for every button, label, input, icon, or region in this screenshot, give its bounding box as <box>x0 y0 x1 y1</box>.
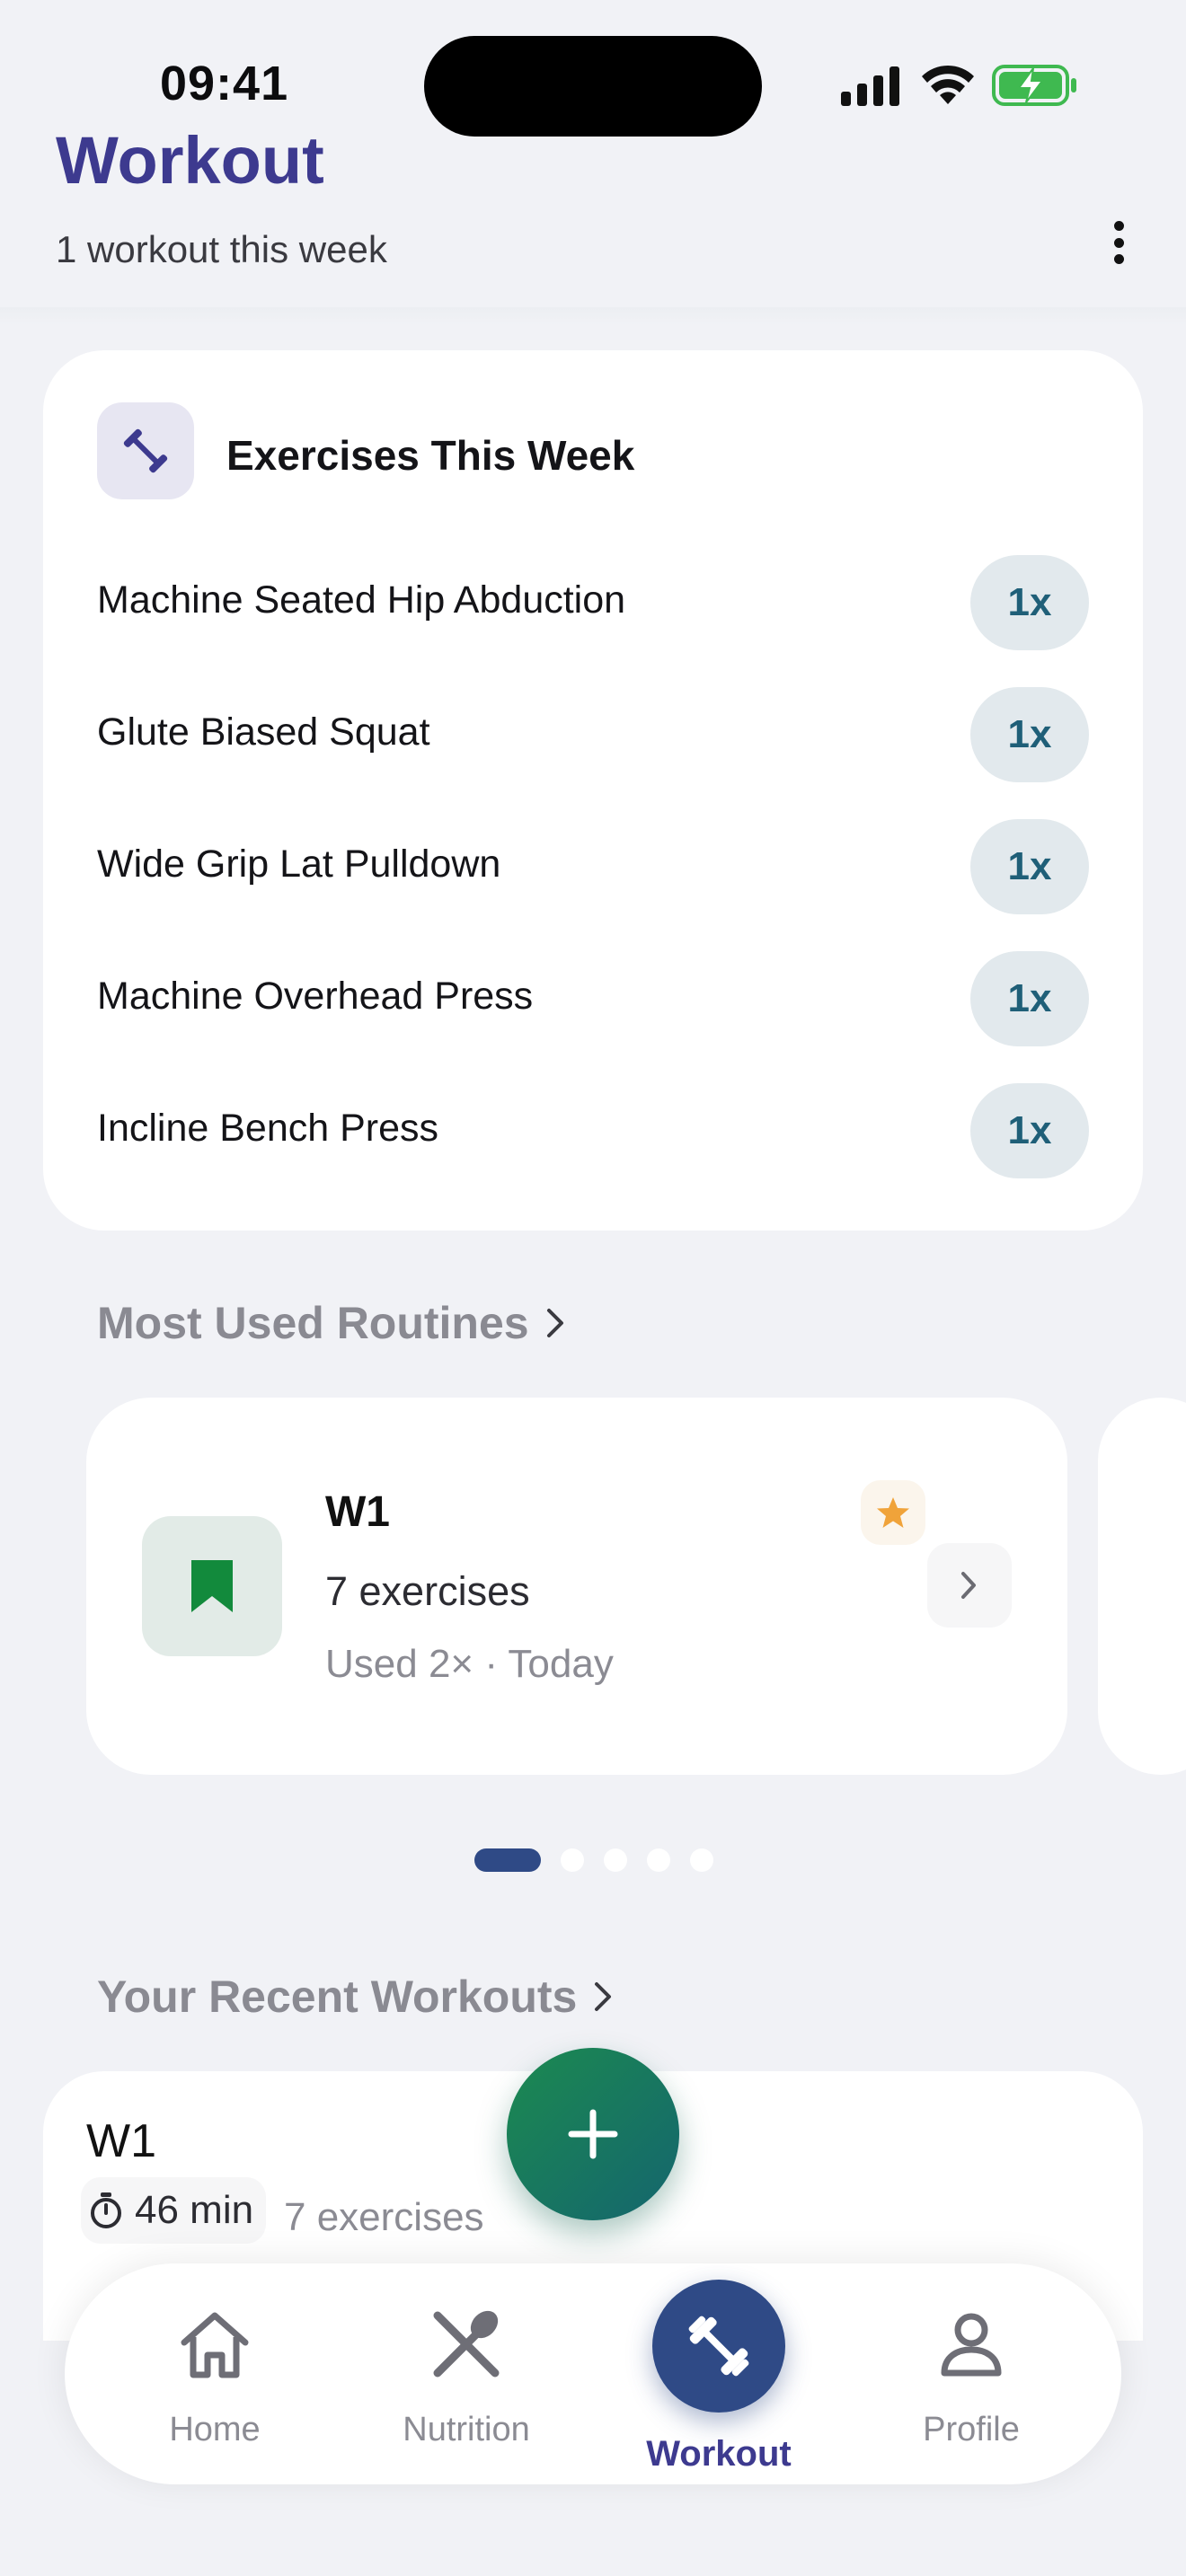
page-subtitle: 1 workout this week <box>56 228 387 270</box>
section-title: Your Recent Workouts <box>97 1972 578 2022</box>
exercise-count-badge: 1x <box>970 1083 1089 1178</box>
routine-open-button[interactable] <box>927 1543 1012 1628</box>
chevron-right-icon <box>961 1572 976 1599</box>
exercise-count-badge: 1x <box>970 555 1089 650</box>
exercises-card-title: Exercises This Week <box>226 432 635 479</box>
exercise-name[interactable]: Incline Bench Press <box>97 1107 438 1151</box>
tab-label: Home <box>169 2411 261 2448</box>
exercise-count-badge: 1x <box>970 819 1089 914</box>
tab-label-active[interactable]: Workout <box>629 2434 809 2475</box>
cellular-signal-icon <box>841 66 899 106</box>
wifi-icon <box>922 65 974 104</box>
more-dot <box>1113 237 1124 248</box>
battery-charging-icon <box>992 65 1076 106</box>
recent-workout-exercises: 7 exercises <box>284 2195 484 2239</box>
home-icon <box>181 2312 249 2378</box>
star-icon[interactable] <box>861 1480 925 1545</box>
dumbbell-icon <box>688 2316 749 2377</box>
bookmark-icon <box>142 1516 282 1656</box>
tab-profile[interactable]: Profile <box>881 2299 1061 2479</box>
duration-chip: 46 min <box>81 2177 267 2244</box>
tab-label: Profile <box>923 2411 1020 2448</box>
add-workout-button[interactable] <box>507 2048 679 2220</box>
person-icon <box>941 2313 1002 2377</box>
exercise-name[interactable]: Wide Grip Lat Pulldown <box>97 842 500 887</box>
dynamic-island <box>424 36 762 137</box>
recent-workout-name: W1 <box>86 2115 156 2167</box>
chevron-right-icon <box>546 1309 563 1337</box>
plus-icon <box>568 2109 618 2159</box>
tab-nutrition[interactable]: Nutrition <box>376 2299 556 2479</box>
more-dot <box>1113 221 1124 231</box>
routine-exercise-count: 7 exercises <box>325 1568 530 1614</box>
stopwatch-icon <box>91 2192 121 2228</box>
more-dot <box>1113 254 1124 264</box>
section-title: Most Used Routines <box>97 1298 529 1348</box>
routine-name: W1 <box>325 1488 390 1536</box>
pager-dot[interactable] <box>647 1848 670 1872</box>
fork-spoon-icon <box>433 2310 500 2378</box>
tab-home[interactable]: Home <box>125 2299 305 2479</box>
workout-duration: 46 min <box>135 2188 254 2232</box>
dumbbell-icon <box>97 402 194 499</box>
pager-dot[interactable] <box>474 1848 541 1872</box>
tab-label: Nutrition <box>403 2411 530 2448</box>
chevron-right-icon <box>595 1982 612 2011</box>
routine-usage: Used 2× · Today <box>325 1642 614 1686</box>
exercise-name[interactable]: Machine Seated Hip Abduction <box>97 578 625 622</box>
routines-pager[interactable] <box>474 1848 713 1872</box>
tab-workout[interactable] <box>652 2280 785 2413</box>
header-divider <box>0 307 1186 325</box>
exercise-count-badge: 1x <box>970 951 1089 1046</box>
exercises-this-week-card <box>43 350 1143 1231</box>
routine-card-next[interactable] <box>1098 1398 1186 1775</box>
exercise-name[interactable]: Glute Biased Squat <box>97 710 430 754</box>
pager-dot[interactable] <box>690 1848 713 1872</box>
exercise-count-badge: 1x <box>970 687 1089 782</box>
exercise-name[interactable]: Machine Overhead Press <box>97 975 533 1019</box>
pager-dot[interactable] <box>604 1848 627 1872</box>
pager-dot[interactable] <box>561 1848 584 1872</box>
recent-workouts-header[interactable]: Your Recent Workouts <box>97 1971 615 2023</box>
more-options-button[interactable] <box>1100 216 1137 269</box>
most-used-routines-header[interactable]: Most Used Routines <box>97 1297 567 1349</box>
page-title: Workout <box>56 123 324 198</box>
status-time: 09:41 <box>160 57 289 110</box>
